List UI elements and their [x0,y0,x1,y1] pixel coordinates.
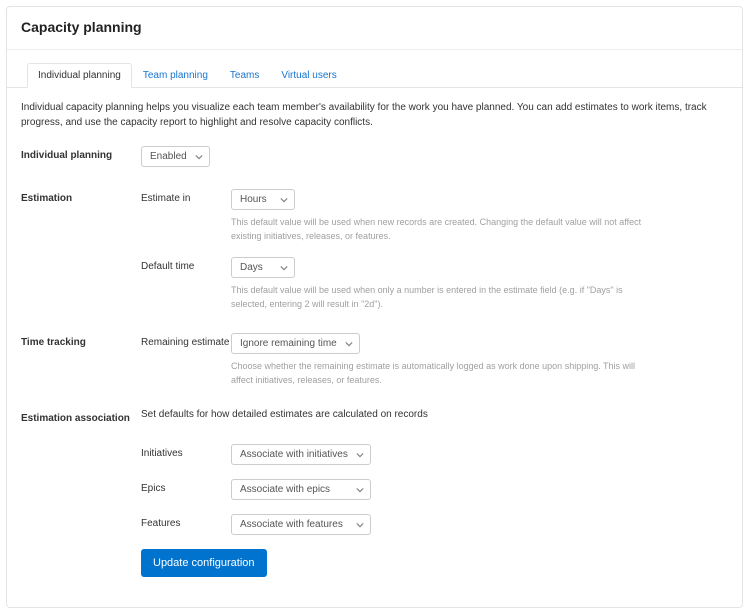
individual-planning-value: Enabled [150,151,187,162]
settings-panel: Capacity planning Individual planning Te… [6,6,743,608]
estimate-in-value: Hours [240,194,267,205]
epics-select[interactable]: Associate with epics [231,479,371,500]
individual-planning-label: Individual planning [21,146,141,161]
row-submit: Update configuration [21,549,728,577]
default-time-select[interactable]: Days [231,257,295,278]
remaining-estimate-select[interactable]: Ignore remaining time [231,333,360,354]
features-value: Associate with features [240,519,343,530]
row-estimation-association-header: Estimation association Set defaults for … [21,409,728,430]
page-title: Capacity planning [7,7,742,50]
remaining-estimate-help: Choose whether the remaining estimate is… [231,360,651,387]
chevron-down-icon [280,196,288,204]
row-estimate-in: Estimation Estimate in Hours This defaul… [21,189,728,243]
default-time-help: This default value will be used when onl… [231,284,651,311]
epics-label: Epics [141,479,231,494]
epics-value: Associate with epics [240,484,330,495]
default-time-value: Days [240,262,263,273]
estimation-association-section-label: Estimation association [21,409,141,424]
chevron-down-icon [345,340,353,348]
estimate-in-select[interactable]: Hours [231,189,295,210]
tab-individual-planning[interactable]: Individual planning [27,63,132,88]
default-time-control: Days This default value will be used whe… [231,257,728,311]
chevron-down-icon [356,521,364,529]
tab-teams[interactable]: Teams [219,63,270,88]
chevron-down-icon [356,451,364,459]
blank-section [21,257,141,261]
tab-content: Individual capacity planning helps you v… [7,88,742,577]
tab-virtual-users[interactable]: Virtual users [270,63,347,88]
estimate-in-label: Estimate in [141,189,231,204]
initiatives-value: Associate with initiatives [240,449,348,460]
row-epics: Epics Associate with epics [21,479,728,500]
estimate-in-help: This default value will be used when new… [231,216,651,243]
chevron-down-icon [195,153,203,161]
remaining-estimate-label: Remaining estimate [141,333,231,348]
estimation-section-label: Estimation [21,189,141,204]
chevron-down-icon [280,264,288,272]
row-individual-planning: Individual planning Enabled [21,146,728,167]
remaining-estimate-value: Ignore remaining time [240,338,337,349]
estimate-in-control: Hours This default value will be used wh… [231,189,728,243]
initiatives-label: Initiatives [141,444,231,459]
tabs: Individual planning Team planning Teams … [7,62,742,88]
row-features: Features Associate with features [21,514,728,535]
row-default-time: Default time Days This default value wil… [21,257,728,311]
default-time-label: Default time [141,257,231,272]
row-remaining-estimate: Time tracking Remaining estimate Ignore … [21,333,728,387]
update-configuration-button[interactable]: Update configuration [141,549,267,577]
individual-planning-control: Enabled [141,146,728,167]
time-tracking-section-label: Time tracking [21,333,141,348]
chevron-down-icon [356,486,364,494]
individual-planning-select[interactable]: Enabled [141,146,210,167]
features-select[interactable]: Associate with features [231,514,371,535]
tab-team-planning[interactable]: Team planning [132,63,219,88]
initiatives-select[interactable]: Associate with initiatives [231,444,371,465]
intro-text: Individual capacity planning helps you v… [21,100,728,130]
remaining-estimate-control: Ignore remaining time Choose whether the… [231,333,728,387]
estimation-association-subhead: Set defaults for how detailed estimates … [141,409,428,420]
row-initiatives: Initiatives Associate with initiatives [21,444,728,465]
features-label: Features [141,514,231,529]
